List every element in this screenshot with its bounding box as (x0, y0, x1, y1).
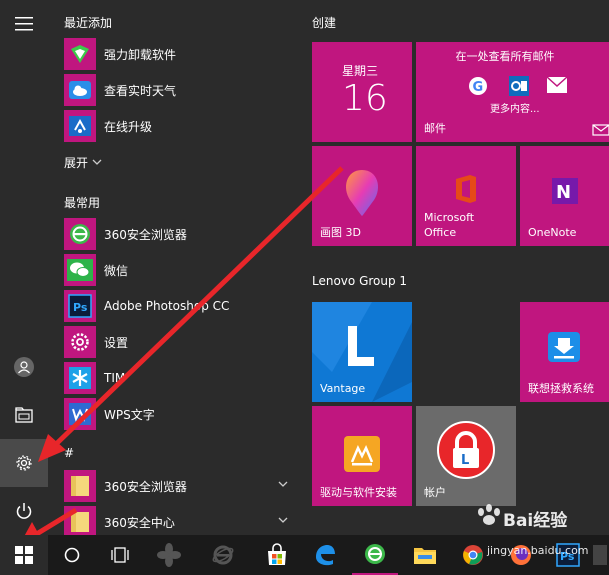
360-browser-icon (365, 544, 385, 564)
cortana-circle-icon (64, 547, 80, 563)
taskbar-file-explorer[interactable] (402, 535, 448, 575)
store-icon (268, 543, 286, 565)
task-view-icon (111, 547, 129, 563)
taskbar-360-browser[interactable] (352, 535, 398, 575)
task-view-button[interactable] (96, 535, 144, 575)
arrow-to-settings (50, 166, 344, 450)
taskbar-ie[interactable] (200, 535, 246, 575)
fan-app-icon (157, 543, 181, 567)
folder-icon (414, 548, 436, 564)
taskbar-edge[interactable] (302, 535, 348, 575)
watermark-url: jingyan.baidu.com (487, 544, 589, 557)
start-button[interactable] (0, 535, 48, 575)
baidu-watermark: Bai经验 jingyan.baidu.com (473, 502, 603, 562)
internet-explorer-icon (212, 545, 234, 565)
windows-logo-icon (15, 546, 33, 564)
watermark-brand: Bai经验 (503, 511, 568, 531)
edge-icon (316, 545, 335, 566)
annotation-arrows (20, 166, 344, 544)
taskbar-store[interactable] (254, 535, 300, 575)
cortana-button[interactable] (48, 535, 96, 575)
taskbar-app-fan[interactable] (146, 535, 192, 575)
